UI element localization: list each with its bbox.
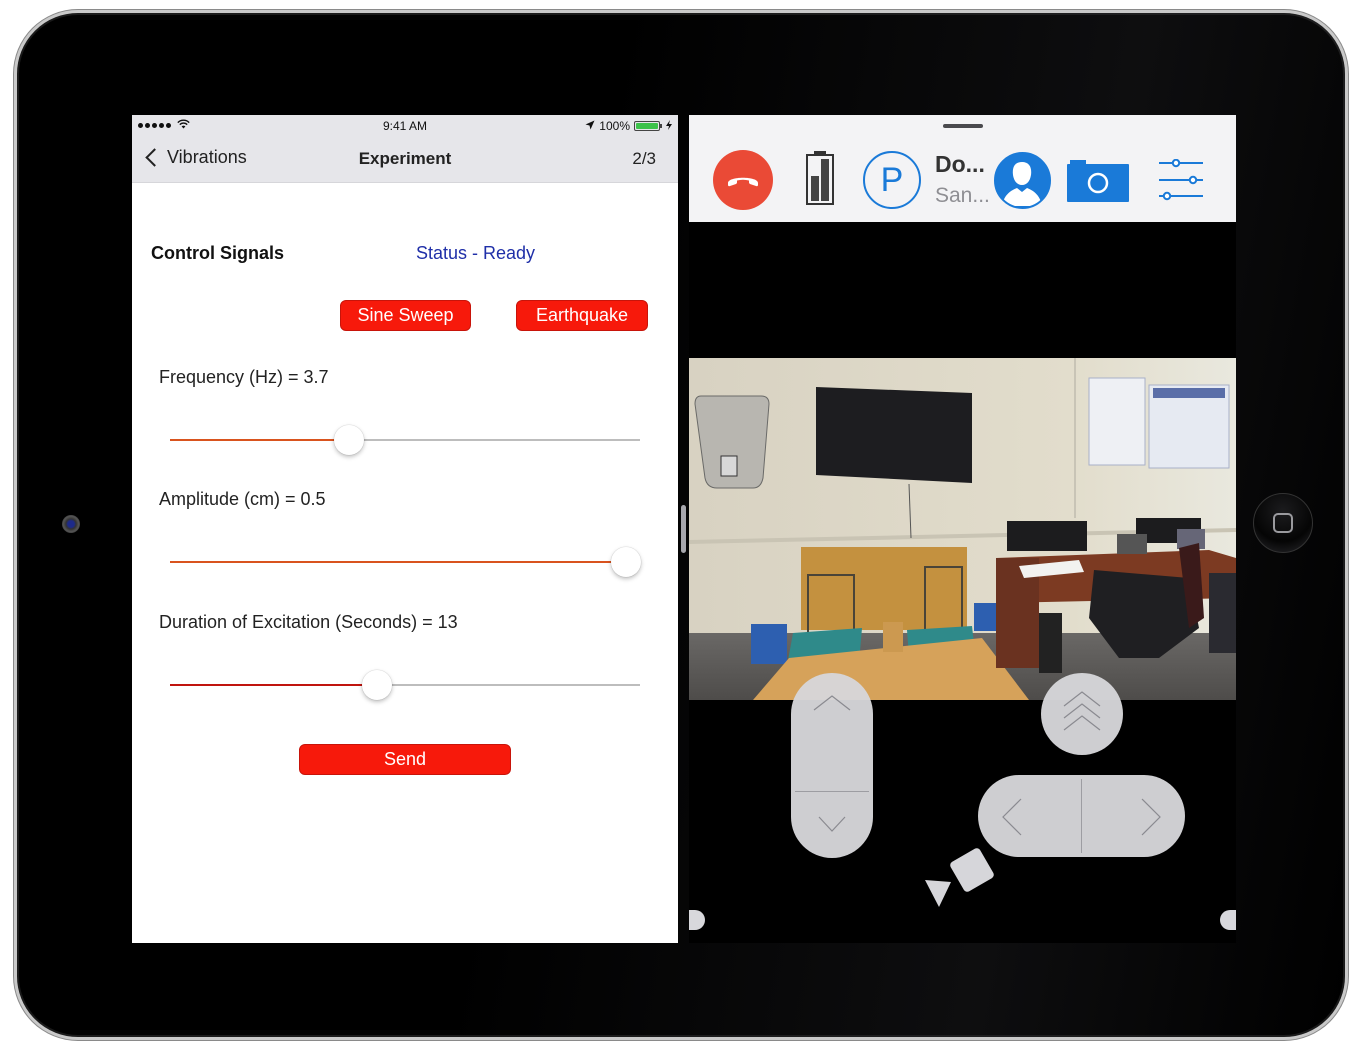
robot-battery-button[interactable] [805, 150, 835, 206]
duration-slider[interactable] [170, 670, 640, 700]
camera-button[interactable] [1067, 160, 1129, 202]
chevron-right-icon [1141, 798, 1161, 836]
camera-icon [1067, 160, 1129, 202]
home-button[interactable] [1253, 493, 1313, 553]
drag-grabber[interactable] [943, 124, 983, 128]
caller-subtitle: San... [935, 184, 990, 207]
park-button[interactable]: P [863, 151, 921, 209]
earthquake-button[interactable]: Earthquake [516, 300, 648, 331]
hang-up-phone-icon [728, 177, 758, 187]
chevron-up-icon [813, 695, 851, 711]
status-label: Status - Ready [416, 243, 536, 263]
status-right: 100% [585, 119, 672, 133]
send-button[interactable]: Send [299, 744, 511, 775]
video-feed[interactable] [689, 358, 1236, 700]
chevron-left-icon [145, 148, 164, 167]
page-indicator: 2/3 [632, 149, 656, 168]
right-edge-tab[interactable] [1220, 910, 1236, 930]
experiment-app: 9:41 AM 100% Vibrations Experiment 2/3 C… [132, 115, 678, 943]
slider-thumb[interactable] [611, 547, 641, 577]
camera-mode-button[interactable] [925, 845, 1005, 915]
control-divider [795, 791, 869, 792]
frequency-slider[interactable] [170, 425, 640, 455]
front-camera-icon [62, 515, 80, 533]
location-arrow-icon [585, 119, 595, 133]
video-frame-scene [689, 358, 1236, 700]
sine-sweep-button[interactable]: Sine Sweep [340, 300, 471, 331]
status-bar: 9:41 AM 100% [132, 115, 678, 137]
home-square-icon [1273, 513, 1293, 533]
frequency-label: Frequency (Hz) = 3.7 [159, 367, 329, 387]
call-toolbar: P Do... San... [689, 115, 1236, 222]
slider-fill [170, 439, 349, 441]
split-view-divider-handle[interactable] [681, 505, 686, 553]
park-p-icon: P [880, 160, 904, 199]
turn-left-right-control[interactable] [978, 775, 1185, 857]
triple-chevron-up-icon [1063, 691, 1101, 731]
control-signals-heading: Control Signals [151, 243, 285, 263]
battery-percent: 100% [599, 119, 630, 133]
user-avatar-button[interactable] [994, 152, 1051, 209]
amplitude-slider[interactable] [170, 547, 641, 577]
navigation-area: 9:41 AM 100% Vibrations Experiment 2/3 [132, 115, 678, 183]
sliders-settings-icon [1159, 158, 1203, 201]
duration-label: Duration of Excitation (Seconds) = 13 [159, 612, 458, 632]
chevron-left-icon [1002, 798, 1022, 836]
chevron-down-icon [818, 816, 846, 832]
caller-name: Do... [935, 151, 985, 177]
slider-thumb[interactable] [362, 670, 392, 700]
amplitude-label: Amplitude (cm) = 0.5 [159, 489, 326, 509]
forward-backward-control[interactable] [791, 673, 873, 858]
video-camera-icon [925, 848, 994, 907]
battery-icon [634, 121, 662, 131]
control-divider [1081, 779, 1082, 853]
navigation-bar: Vibrations Experiment 2/3 [132, 137, 678, 183]
battery-level-icon [806, 151, 834, 205]
slider-fill [170, 684, 377, 686]
slider-fill [170, 561, 626, 563]
back-label: Vibrations [167, 147, 247, 167]
user-avatar-icon [1002, 162, 1042, 206]
bolt-icon [666, 119, 672, 133]
left-edge-tab[interactable] [689, 910, 705, 930]
fast-forward-button[interactable] [1041, 673, 1123, 755]
slider-thumb[interactable] [334, 425, 364, 455]
telepresence-app: P Do... San... [689, 115, 1236, 943]
hang-up-button[interactable] [713, 150, 773, 210]
settings-button[interactable] [1159, 158, 1205, 201]
back-button[interactable]: Vibrations [144, 147, 247, 168]
